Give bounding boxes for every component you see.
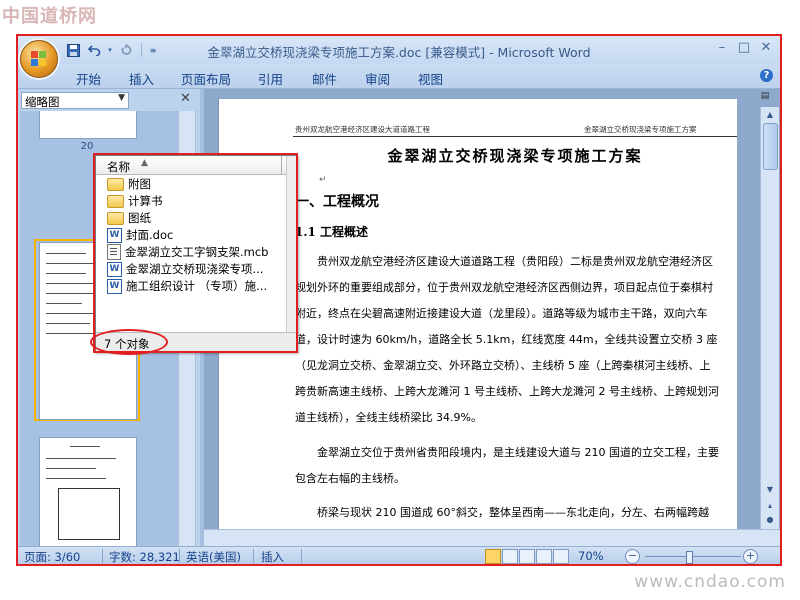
office-button[interactable]	[20, 40, 58, 78]
site-url-watermark: www.cndao.com	[634, 572, 786, 592]
screenshot-highlight-frame	[16, 34, 782, 566]
site-watermark: 中国道桥网	[2, 6, 97, 27]
office-logo-icon	[31, 51, 47, 67]
